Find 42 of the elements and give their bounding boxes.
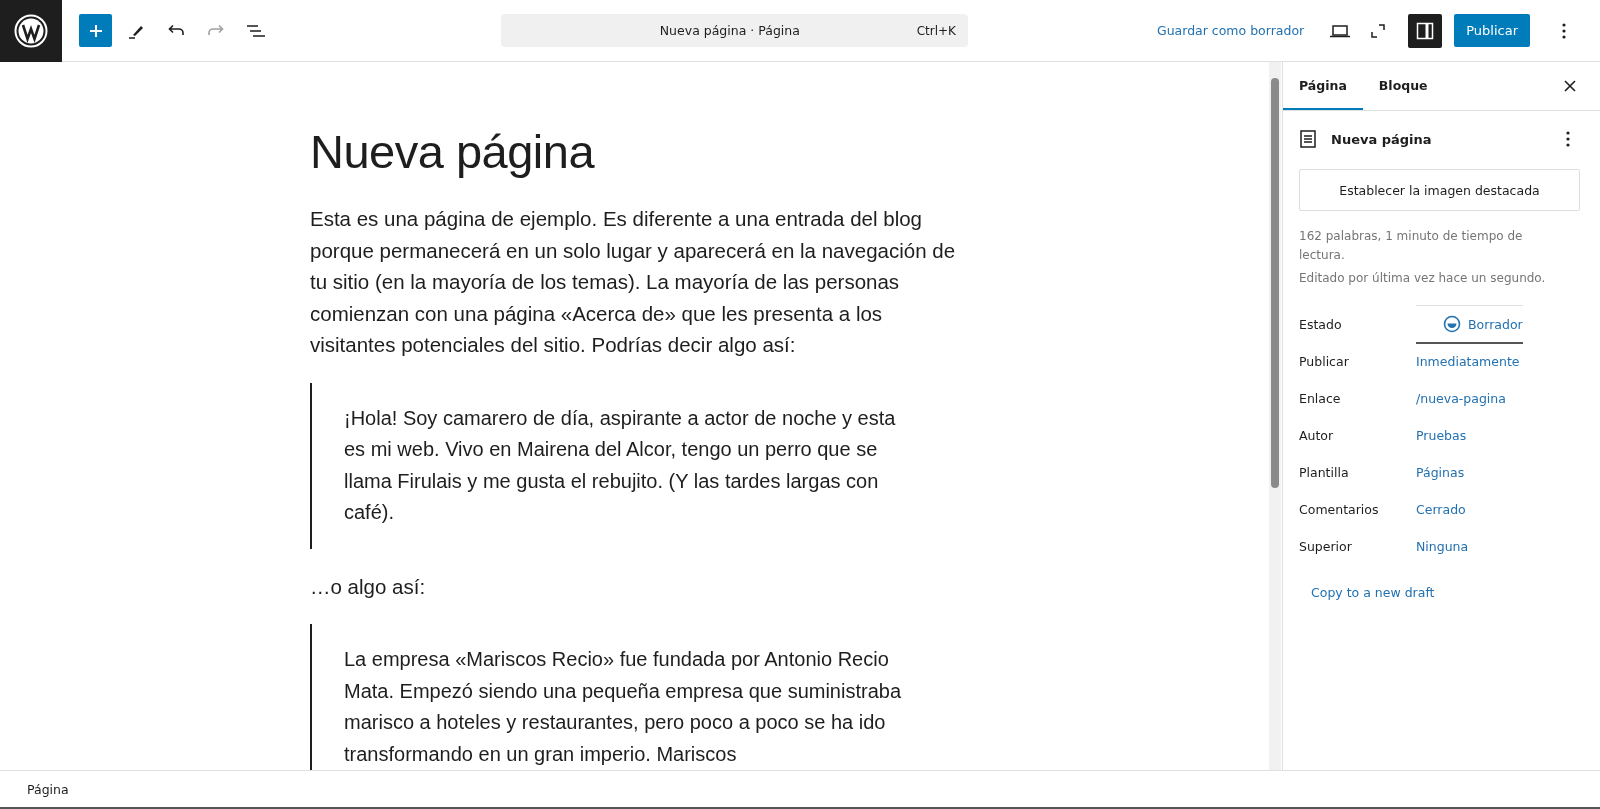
scrollbar-thumb[interactable] (1271, 78, 1279, 488)
page-title[interactable]: Nueva página (310, 124, 1269, 179)
publish-button[interactable]: Publicar (1454, 14, 1530, 47)
command-bar[interactable]: Nueva página · Página Ctrl+K (500, 14, 968, 47)
post-info-text: Editado por última vez hace un segundo. (1299, 270, 1547, 287)
field-value-link[interactable]: Ninguna (1416, 539, 1469, 554)
field-value-link[interactable]: Cerrado (1416, 502, 1466, 517)
paragraph[interactable]: Esta es una página de ejemplo. Es diferente a una entrada del blog porque permanecerá en un solo lugar y aparecerá en la navegación de tu sitio (en la mayoría de los temas). La mayoría de las personas comienzan con una página «Acerca de» que les presenta a los visitantes potenciales del sitio. Podrías decir algo así: (310, 203, 970, 361)
keyboard-shortcut: Ctrl+K (916, 23, 956, 38)
breadcrumb-link[interactable]: Página (27, 781, 69, 797)
add-block-button[interactable] (79, 14, 112, 47)
field-value-link[interactable]: /nueva-pagina (1416, 391, 1506, 406)
sidebar-tab[interactable]: Página (1283, 62, 1363, 110)
scrollbar[interactable] (1269, 62, 1281, 770)
wordpress-logo-button[interactable] (0, 0, 62, 62)
field-value-link[interactable]: Páginas (1416, 465, 1465, 480)
field-label: Superior (1299, 539, 1353, 554)
wordpress-logo-icon (14, 13, 48, 48)
more-options-icon[interactable] (1566, 130, 1570, 148)
sidebar-panel-icon (1415, 20, 1436, 41)
document-icon (1299, 129, 1317, 149)
field-value-link[interactable]: Pruebas (1416, 428, 1467, 443)
field-value-link[interactable]: Inmediatamente (1416, 354, 1520, 369)
half-circle-icon (1443, 315, 1461, 333)
field-label: Autor (1299, 428, 1335, 443)
post-title: Nueva página (1331, 131, 1432, 147)
quote-block[interactable]: La empresa «Mariscos Recio» fue fundada por Antonio Recio Mata. Empezó siendo una pequeña empresa que suministraba marisco a hoteles y restaurantes, pero poco a poco se ha ido transformando en un gran imperio. Mariscos (310, 624, 914, 770)
sidebar-toggle-button[interactable] (1408, 13, 1443, 48)
paragraph[interactable]: …o algo así: (310, 570, 970, 602)
copy-draft-link[interactable]: Copy to a new draft (1311, 585, 1435, 600)
field-label: Estado (1299, 317, 1343, 332)
sidebar-tab[interactable]: Bloque (1362, 62, 1444, 110)
post-info-text: 162 palabras, 1 minuto de tiempo de lectura. (1299, 228, 1524, 264)
featured-image-button[interactable]: Establecer la imagen destacada (1299, 169, 1580, 211)
field-label: Publicar (1299, 354, 1350, 369)
field-label: Comentarios (1299, 502, 1380, 517)
field-label: Enlace (1299, 391, 1342, 406)
plus-icon (87, 22, 104, 39)
status-button[interactable]: Borrador (1416, 305, 1523, 344)
quote-block[interactable]: ¡Hola! Soy camarero de día, aspirante a actor de noche y esta es mi web. Vivo en Mairena del Alcor, tengo un perro que se llama Firulais y me gusta el rebujito. (Y las tardes largas con café). (310, 382, 914, 549)
field-label: Plantilla (1299, 465, 1350, 480)
save-draft-link[interactable]: Guardar como borrador (1156, 23, 1305, 38)
